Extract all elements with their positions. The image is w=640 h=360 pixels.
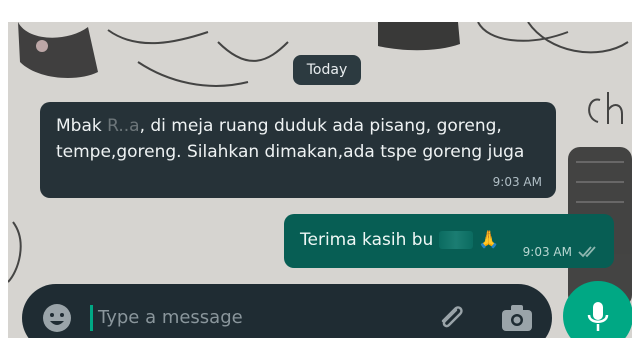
pray-emoji-icon: 🙏	[478, 230, 500, 250]
incoming-message-text: Mbak R..a, di meja ruang duduk ada pisan…	[56, 113, 546, 165]
outgoing-message[interactable]: Terima kasih bu 🙏 9:03 AM	[284, 214, 614, 268]
redacted-name: R..a	[107, 116, 140, 136]
incoming-message[interactable]: Mbak R..a, di meja ruang duduk ada pisan…	[40, 102, 556, 198]
outgoing-text: Terima kasih bu	[300, 230, 434, 250]
microphone-button[interactable]	[563, 281, 632, 338]
microphone-icon	[587, 302, 609, 331]
incoming-message-time: 9:03 AM	[492, 175, 542, 189]
incoming-text-prefix: Mbak	[56, 116, 108, 136]
text-cursor	[90, 305, 93, 331]
redacted-name-block	[438, 231, 473, 249]
message-composer[interactable]: Type a message	[22, 284, 552, 338]
double-check-icon	[578, 246, 596, 258]
chat-area: Today Mbak R..a, di meja ruang duduk ada…	[8, 22, 632, 338]
outgoing-message-text: Terima kasih bu 🙏	[300, 229, 499, 251]
camera-icon[interactable]	[500, 303, 534, 333]
paperclip-icon[interactable]	[434, 301, 468, 335]
date-chip: Today	[293, 55, 361, 85]
message-input-placeholder[interactable]: Type a message	[98, 305, 243, 331]
outgoing-message-time: 9:03 AM	[522, 245, 572, 259]
emoji-icon[interactable]	[40, 301, 74, 335]
